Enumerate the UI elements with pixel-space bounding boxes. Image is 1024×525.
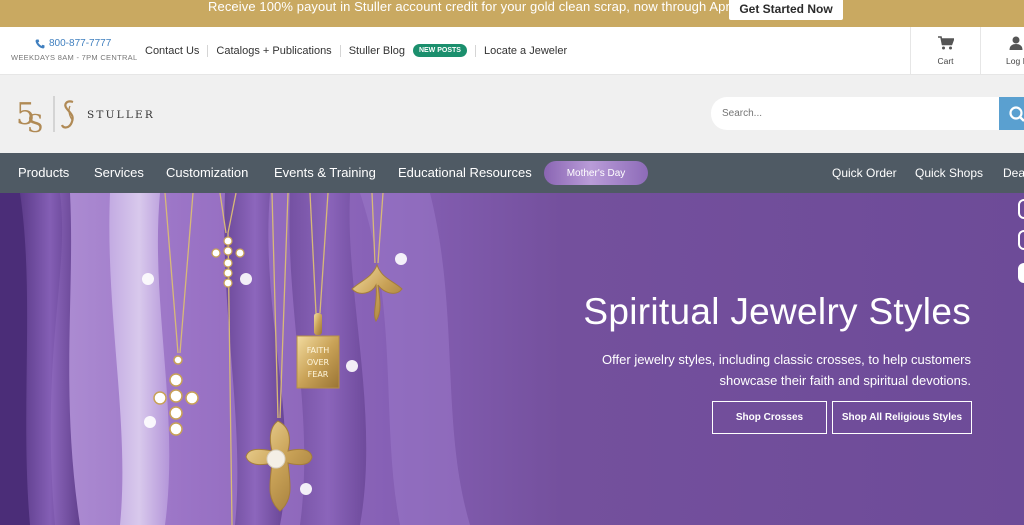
phone-icon bbox=[35, 39, 45, 48]
pendant-text-fear: FEAR bbox=[308, 370, 329, 379]
get-started-button[interactable]: Get Started Now bbox=[729, 0, 843, 20]
nav-products[interactable]: Products bbox=[18, 165, 69, 180]
stuller-logo[interactable]: 5 S STULLER bbox=[15, 94, 165, 141]
site-header: 5 S STULLER bbox=[0, 75, 1024, 153]
search-input[interactable] bbox=[722, 108, 992, 119]
promo-bar: Receive 100% payout in Stuller account c… bbox=[0, 0, 1024, 27]
stuller-blog-link[interactable]: Stuller Blog bbox=[341, 45, 413, 57]
nav-services[interactable]: Services bbox=[94, 165, 144, 180]
mothers-day-pill[interactable]: Mother's Day bbox=[544, 161, 648, 185]
pendant-text-faith: FAITH bbox=[307, 346, 330, 355]
brand-wordmark: STULLER bbox=[87, 109, 155, 121]
login-button[interactable]: Log I bbox=[980, 27, 1024, 75]
phone-block: 800-877-7777 WEEKDAYS 8AM - 7PM CENTRAL bbox=[11, 38, 138, 62]
nav-quick-shops[interactable]: Quick Shops bbox=[915, 166, 983, 180]
login-label: Log I bbox=[1006, 56, 1024, 66]
carousel-dot-2[interactable] bbox=[1018, 230, 1024, 250]
nav-quick-order[interactable]: Quick Order bbox=[832, 166, 897, 180]
contact-us-link[interactable]: Contact Us bbox=[145, 44, 209, 57]
pendant-text-over: OVER bbox=[307, 358, 330, 367]
new-posts-badge: NEW POSTS bbox=[412, 44, 467, 57]
phone-number[interactable]: 800-877-7777 bbox=[49, 38, 111, 49]
nav-deals[interactable]: Dea bbox=[1003, 166, 1024, 180]
nav-customization[interactable]: Customization bbox=[166, 165, 248, 180]
search-icon bbox=[1009, 105, 1024, 122]
phone-hours: WEEKDAYS 8AM - 7PM CENTRAL bbox=[11, 53, 138, 62]
catalogs-link[interactable]: Catalogs + Publications bbox=[208, 44, 341, 57]
svg-text:S: S bbox=[27, 110, 43, 136]
utility-links: Contact Us Catalogs + Publications Stull… bbox=[145, 44, 575, 57]
phone-line[interactable]: 800-877-7777 bbox=[35, 38, 136, 49]
stuller-logo-mark: 5 S STULLER bbox=[16, 96, 155, 138]
shop-religious-styles-button[interactable]: Shop All Religious Styles bbox=[832, 401, 972, 434]
carousel-dot-1[interactable] bbox=[1018, 199, 1024, 219]
shop-crosses-button[interactable]: Shop Crosses bbox=[712, 401, 827, 434]
main-nav: Products Services Customization Events &… bbox=[0, 153, 1024, 193]
locate-jeweler-link[interactable]: Locate a Jeweler bbox=[484, 45, 575, 57]
utility-bar: 800-877-7777 WEEKDAYS 8AM - 7PM CENTRAL … bbox=[0, 27, 1024, 75]
user-icon bbox=[1009, 36, 1022, 50]
hero-title: Spiritual Jewelry Styles bbox=[583, 291, 971, 332]
search-box bbox=[711, 97, 999, 130]
search-button[interactable] bbox=[999, 97, 1024, 130]
hero-banner: FAITH OVER FEAR Spiritual Jewelry Styles… bbox=[0, 193, 1024, 525]
nav-educational-resources[interactable]: Educational Resources bbox=[398, 165, 532, 180]
cart-button[interactable]: Cart bbox=[910, 27, 980, 75]
link-divider bbox=[474, 44, 476, 57]
hero-description: Offer jewelry styles, including classic … bbox=[602, 352, 971, 388]
cart-label: Cart bbox=[937, 56, 954, 66]
nav-events-training[interactable]: Events & Training bbox=[274, 165, 376, 180]
promo-text: Receive 100% payout in Stuller account c… bbox=[208, 0, 795, 14]
carousel-dot-3[interactable] bbox=[1018, 263, 1024, 283]
cart-icon bbox=[937, 36, 954, 50]
